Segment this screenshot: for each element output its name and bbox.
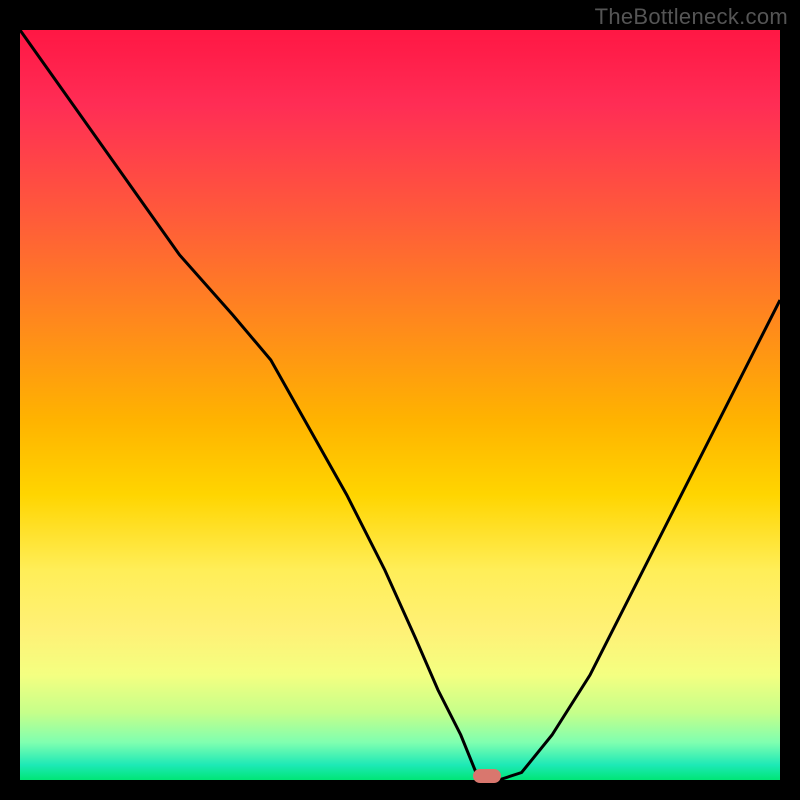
watermark-text: TheBottleneck.com <box>595 4 788 30</box>
optimum-marker <box>473 769 501 783</box>
bottleneck-curve <box>20 30 780 780</box>
chart-frame: TheBottleneck.com <box>0 0 800 800</box>
curve-svg <box>20 30 780 780</box>
plot-area <box>20 30 780 780</box>
